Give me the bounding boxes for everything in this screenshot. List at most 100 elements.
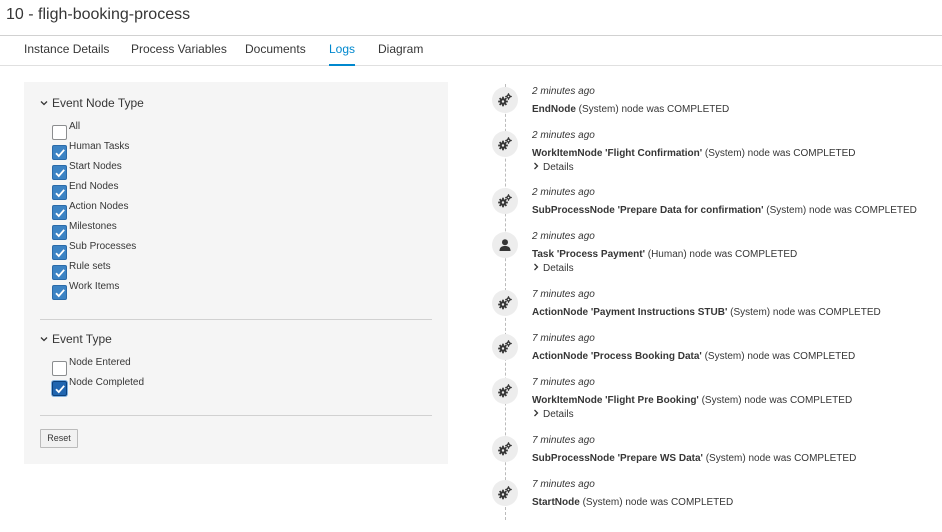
page-title: 10 - fligh-booking-process <box>6 6 191 23</box>
checkbox-checked[interactable] <box>52 205 67 220</box>
log-node-name: StartNode <box>532 497 580 508</box>
log-message: EndNode (System) node was COMPLETED <box>532 104 729 115</box>
checkbox-checked[interactable] <box>52 225 67 240</box>
event-node-type-header[interactable]: Event Node Type <box>40 96 144 110</box>
log-timestamp: 2 minutes ago <box>532 187 595 198</box>
checkbox-checked[interactable] <box>52 145 67 160</box>
log-timestamp: 7 minutes ago <box>532 479 595 490</box>
event-type-title: Event Type <box>52 332 112 346</box>
log-status-text: (System) node was COMPLETED <box>727 307 881 318</box>
log-message: ActionNode 'Payment Instructions STUB' (… <box>532 307 881 318</box>
checkbox-label: Node Entered <box>69 357 131 368</box>
log-details-label: Details <box>543 409 574 420</box>
checkbox-human-tasks[interactable]: Human Tasks <box>52 141 130 160</box>
log-timestamp: 2 minutes ago <box>532 130 595 141</box>
log-timestamp: 7 minutes ago <box>532 377 595 388</box>
log-node-name: WorkItemNode 'Flight Pre Booking' <box>532 395 699 406</box>
chevron-right-icon <box>533 263 539 274</box>
checkbox-unchecked[interactable] <box>52 125 67 140</box>
checkbox-node-entered[interactable]: Node Entered <box>52 357 131 376</box>
checkbox-node-completed[interactable]: Node Completed <box>52 377 145 396</box>
checkbox-label: Action Nodes <box>69 201 129 212</box>
filter-divider <box>40 319 432 320</box>
chevron-down-icon <box>40 335 48 343</box>
event-node-type-title: Event Node Type <box>52 96 144 110</box>
checkbox-sub-processes[interactable]: Sub Processes <box>52 241 137 260</box>
tab-bar: Instance Details Process Variables Docum… <box>0 36 942 66</box>
log-status-text: (System) node was COMPLETED <box>702 453 857 464</box>
log-node-name: Task 'Process Payment' <box>532 249 645 260</box>
checkbox-label: Human Tasks <box>69 141 130 152</box>
checkbox-label: Rule sets <box>69 261 111 272</box>
event-type-header[interactable]: Event Type <box>40 332 112 346</box>
checkbox-label: End Nodes <box>69 181 119 192</box>
reset-button[interactable]: Reset <box>40 429 78 448</box>
gears-icon <box>492 188 518 214</box>
log-details-toggle[interactable]: Details <box>533 162 574 173</box>
gears-icon <box>492 290 518 316</box>
tab-instance-details[interactable]: Instance Details <box>24 42 109 66</box>
log-details-toggle[interactable]: Details <box>533 263 574 274</box>
checkbox-label: Milestones <box>69 221 117 232</box>
log-message: WorkItemNode 'Flight Pre Booking' (Syste… <box>532 395 852 406</box>
checkbox-rule-sets[interactable]: Rule sets <box>52 261 111 280</box>
checkbox-all[interactable]: All <box>52 121 80 140</box>
checkbox-label: Work Items <box>69 281 120 292</box>
log-details-toggle[interactable]: Details <box>533 409 574 420</box>
checkbox-work-items[interactable]: Work Items <box>52 281 120 300</box>
log-details-label: Details <box>543 263 574 274</box>
log-timestamp: 7 minutes ago <box>532 333 595 344</box>
checkbox-action-nodes[interactable]: Action Nodes <box>52 201 129 220</box>
log-node-name: SubProcessNode 'Prepare WS Data' <box>532 453 703 464</box>
checkbox-checked[interactable] <box>52 381 67 396</box>
log-status-text: (System) node was COMPLETED <box>701 351 856 362</box>
tab-documents[interactable]: Documents <box>245 42 306 66</box>
log-status-text: (System) node was COMPLETED <box>579 497 734 508</box>
log-message: Task 'Process Payment' (Human) node was … <box>532 249 797 260</box>
log-node-name: WorkItemNode 'Flight Confirmation' <box>532 148 703 159</box>
checkbox-milestones[interactable]: Milestones <box>52 221 117 240</box>
log-message: SubProcessNode 'Prepare Data for confirm… <box>532 205 917 216</box>
log-timestamp: 2 minutes ago <box>532 86 595 97</box>
log-node-name: EndNode <box>532 104 576 115</box>
filter-divider <box>40 415 432 416</box>
checkbox-label: Node Completed <box>69 377 145 388</box>
checkbox-checked[interactable] <box>52 265 67 280</box>
log-details-label: Details <box>543 162 574 173</box>
log-timestamp: 7 minutes ago <box>532 435 595 446</box>
gears-icon <box>492 378 518 404</box>
checkbox-checked[interactable] <box>52 165 67 180</box>
log-status-text: (System) node was COMPLETED <box>575 104 730 115</box>
checkbox-checked[interactable] <box>52 245 67 260</box>
gears-icon <box>492 87 518 113</box>
gears-icon <box>492 131 518 157</box>
log-status-text: (Human) node was COMPLETED <box>644 249 798 260</box>
log-message: ActionNode 'Process Booking Data' (Syste… <box>532 351 855 362</box>
checkbox-checked[interactable] <box>52 185 67 200</box>
tab-logs[interactable]: Logs <box>329 42 356 66</box>
chevron-right-icon <box>533 162 539 173</box>
log-message: StartNode (System) node was COMPLETED <box>532 497 733 508</box>
log-status-text: (System) node was COMPLETED <box>698 395 853 406</box>
checkbox-label: Sub Processes <box>69 241 137 252</box>
log-timestamp: 2 minutes ago <box>532 231 595 242</box>
tab-process-variables[interactable]: Process Variables <box>131 42 227 66</box>
chevron-right-icon <box>533 409 539 420</box>
log-message: SubProcessNode 'Prepare WS Data' (System… <box>532 453 856 464</box>
checkbox-end-nodes[interactable]: End Nodes <box>52 181 119 200</box>
log-message: WorkItemNode 'Flight Confirmation' (Syst… <box>532 148 856 159</box>
log-status-text: (System) node was COMPLETED <box>702 148 856 159</box>
log-timestamp: 7 minutes ago <box>532 289 595 300</box>
gears-icon <box>492 334 518 360</box>
chevron-down-icon <box>40 99 48 107</box>
log-status-text: (System) node was COMPLETED <box>763 205 917 216</box>
tab-diagram[interactable]: Diagram <box>378 42 423 66</box>
gears-icon <box>492 480 518 506</box>
user-icon <box>492 232 518 258</box>
checkbox-unchecked[interactable] <box>52 361 67 376</box>
checkbox-checked[interactable] <box>52 285 67 300</box>
log-node-name: ActionNode 'Payment Instructions STUB' <box>532 307 728 318</box>
gears-icon <box>492 436 518 462</box>
checkbox-label: Start Nodes <box>69 161 122 172</box>
checkbox-start-nodes[interactable]: Start Nodes <box>52 161 122 180</box>
